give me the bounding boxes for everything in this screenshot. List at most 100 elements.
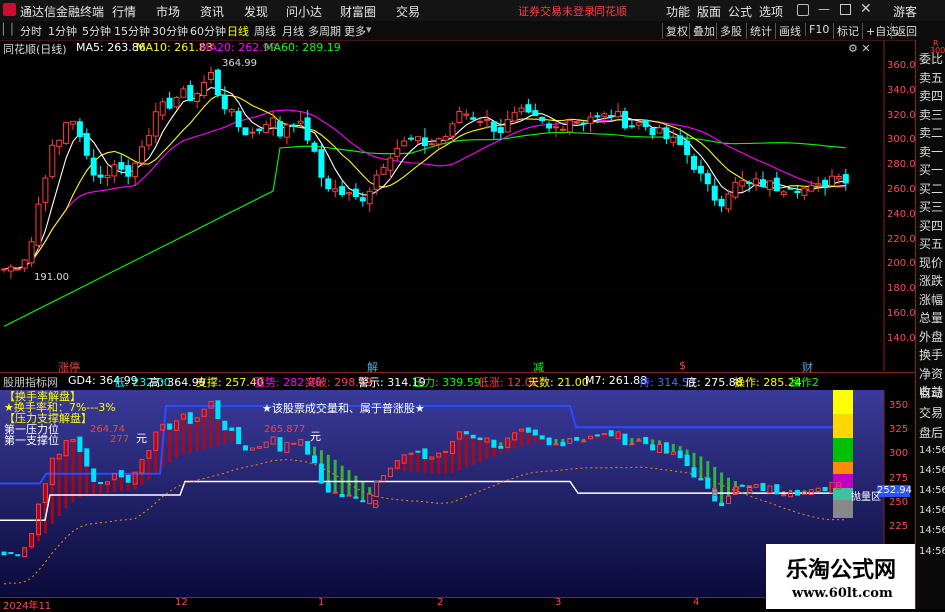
maximize-icon[interactable] xyxy=(840,4,851,15)
candle-body xyxy=(559,128,566,131)
indicator-candle xyxy=(325,482,331,493)
candle-body xyxy=(470,117,477,120)
menu-formula[interactable]: 公式 xyxy=(728,3,752,20)
side-panel-item[interactable]: 交易 xyxy=(919,404,943,421)
period-weekly[interactable]: 周线 xyxy=(254,23,276,39)
candle-body xyxy=(256,128,263,132)
close-panel-icon[interactable]: ✕ xyxy=(861,42,870,55)
side-panel-item[interactable]: 14:56 xyxy=(919,485,945,496)
candle-body xyxy=(601,113,608,117)
candle-body xyxy=(511,112,518,122)
period-60min[interactable]: 60分钟 xyxy=(190,23,226,39)
side-panel-item[interactable]: 卖三 xyxy=(919,106,943,123)
candle-body xyxy=(173,96,180,108)
indicator-candle xyxy=(498,445,504,449)
window-controls-main[interactable]: ⚙ ✕ xyxy=(848,42,871,55)
period-intraday[interactable]: 分时 xyxy=(20,23,42,39)
event-dividend[interactable]: $ xyxy=(679,359,686,372)
indicator-value: 压力: 339.59 xyxy=(413,376,481,389)
menu-wealth-circle[interactable]: 财富圈 xyxy=(340,3,376,20)
settings-icon[interactable]: ⚙ xyxy=(848,42,858,55)
period-15min[interactable]: 15分钟 xyxy=(114,23,150,39)
side-panel-item[interactable]: 14:56 xyxy=(919,505,945,516)
more-chevron-icon[interactable]: ▾ xyxy=(366,23,372,36)
period-toolbar: ▏▏ 分时 1分钟 5分钟 15分钟 30分钟 60分钟 日线 周线 月线 多周… xyxy=(0,21,945,41)
f10-button[interactable]: F10 xyxy=(805,23,829,36)
close-icon[interactable]: ✕ xyxy=(860,1,872,17)
period-5min[interactable]: 5分钟 xyxy=(82,23,111,39)
side-panel-item[interactable]: 买三 xyxy=(919,198,943,215)
menu-discover[interactable]: 发现 xyxy=(244,3,268,20)
mark-button[interactable]: 标记 xyxy=(833,23,859,39)
period-30min[interactable]: 30分钟 xyxy=(152,23,188,39)
side-panel-item[interactable]: 买五 xyxy=(919,235,943,252)
indicator-candle xyxy=(360,500,366,503)
side-panel-item[interactable]: 委比 xyxy=(919,50,943,67)
multi-stock-button[interactable]: 多股 xyxy=(716,23,742,39)
side-panel-item[interactable]: 买四 xyxy=(919,217,943,234)
side-panel-item[interactable]: 外盘 xyxy=(919,328,943,345)
period-1min[interactable]: 1分钟 xyxy=(48,23,77,39)
candle-body xyxy=(49,144,56,177)
indicator-candle xyxy=(719,502,725,507)
high-price-label: 364.99 xyxy=(222,58,257,69)
statistics-button[interactable]: 统计 xyxy=(746,23,772,39)
menu-market[interactable]: 市场 xyxy=(156,3,180,20)
menu-quotes[interactable]: 行情 xyxy=(112,3,136,20)
candle-body xyxy=(760,179,766,188)
candle-body xyxy=(746,182,753,185)
indicator-name[interactable]: 股朋指标网 xyxy=(3,374,58,390)
side-panel-item[interactable]: 买一 xyxy=(919,161,943,178)
side-panel-item[interactable]: 换手 xyxy=(919,346,943,363)
indicator-candle xyxy=(698,478,704,481)
notification-icon[interactable] xyxy=(797,4,809,16)
watermark-ad: 乐淘公式网 www.60lt.com xyxy=(766,544,915,609)
period-monthly[interactable]: 月线 xyxy=(282,23,304,39)
indicator-candle xyxy=(760,482,766,492)
side-panel-item[interactable]: 自动 xyxy=(919,384,943,401)
menu-trade[interactable]: 交易 xyxy=(396,3,420,20)
login-alert[interactable]: 证券交易未登录 xyxy=(518,3,595,19)
side-panel-item[interactable]: 净资 xyxy=(919,365,943,382)
menu-options[interactable]: 选项 xyxy=(759,3,783,20)
side-panel-item[interactable]: 卖五 xyxy=(919,69,943,86)
side-panel-item[interactable]: 14:56 xyxy=(919,546,945,557)
menu-news[interactable]: 资讯 xyxy=(200,3,224,20)
indicator-candle xyxy=(98,482,104,485)
side-panel-item[interactable]: 盘后 xyxy=(919,424,943,441)
side-panel-item[interactable]: 卖四 xyxy=(919,87,943,104)
candle-body xyxy=(194,93,201,102)
side-panel-item[interactable]: 总量 xyxy=(919,309,943,326)
side-panel-item[interactable]: 买二 xyxy=(919,180,943,197)
side-panel-item[interactable]: 涨跌 xyxy=(919,272,943,289)
toolbar-handle-icon: ▏▏ xyxy=(3,23,20,36)
indicator-legend: 【换手率解盘】 ★换手率和：7%---3% 【压力支撑解盘】 第一压力位 第一支… xyxy=(4,391,116,446)
overlay-button[interactable]: 叠加 xyxy=(689,23,715,39)
side-panel-item[interactable]: 现价 xyxy=(919,254,943,271)
guest-user[interactable]: 游客 xyxy=(893,3,917,20)
candle-body xyxy=(228,109,235,113)
back-button[interactable]: 返回 xyxy=(891,23,917,39)
side-panel-item[interactable]: 卖一 xyxy=(919,143,943,160)
side-panel-item[interactable]: 涨幅 xyxy=(919,291,943,308)
side-panel-item[interactable]: 14:56 xyxy=(919,525,945,536)
draw-line-button[interactable]: 画线 xyxy=(775,23,801,39)
candlestick-chart[interactable] xyxy=(0,40,915,371)
menu-layout[interactable]: 版面 xyxy=(697,3,721,20)
candle-body xyxy=(346,192,352,195)
period-multi[interactable]: 多周期 xyxy=(308,23,341,39)
candle-body xyxy=(208,72,214,81)
side-panel-item[interactable]: 卖二 xyxy=(919,124,943,141)
period-daily[interactable]: 日线 xyxy=(227,23,249,39)
side-panel-item[interactable]: 14:56 xyxy=(919,465,945,476)
adjust-button[interactable]: 复权 xyxy=(662,23,688,39)
menu-ask-xiaoda[interactable]: 问小达 xyxy=(286,3,322,20)
candle-body xyxy=(70,120,76,125)
indicator-candle xyxy=(229,427,235,431)
candle-body xyxy=(594,115,601,118)
minimize-icon[interactable]: — xyxy=(818,2,830,16)
menu-functions[interactable]: 功能 xyxy=(666,3,690,20)
side-panel-item[interactable]: 14:56 xyxy=(919,445,945,456)
period-more[interactable]: 更多 xyxy=(344,23,366,39)
indicator-candle xyxy=(443,450,449,453)
